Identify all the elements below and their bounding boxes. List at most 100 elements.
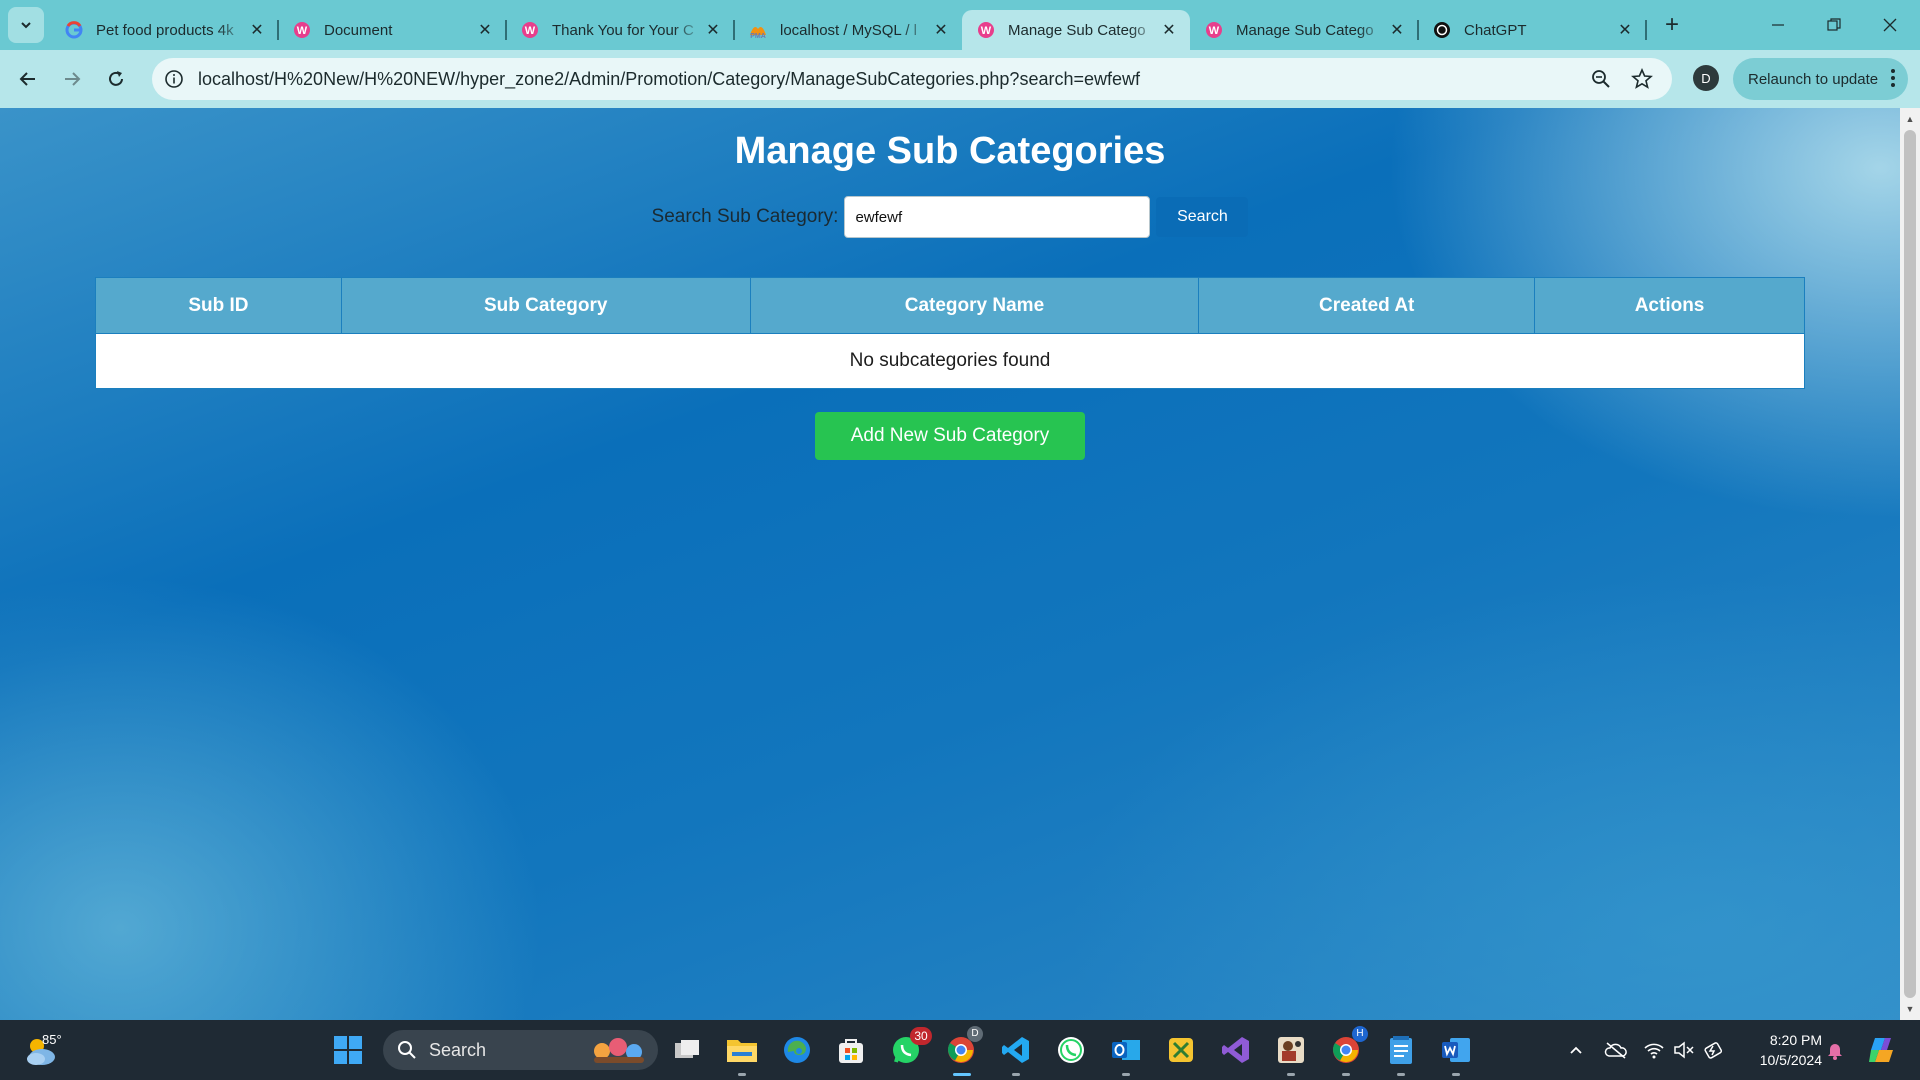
running-indicator xyxy=(1452,1073,1460,1076)
running-indicator xyxy=(1287,1073,1295,1076)
taskbar-file-explorer[interactable] xyxy=(722,1030,762,1076)
clock-date: 10/5/2024 xyxy=(1759,1052,1822,1068)
taskbar-visual-studio[interactable] xyxy=(1216,1030,1256,1070)
microsoft-store-icon xyxy=(839,1039,863,1063)
browser-tab[interactable]: W Thank You for Your C ✕ xyxy=(506,10,735,50)
photo-app-icon xyxy=(1278,1037,1304,1063)
search-button[interactable]: Search xyxy=(1156,197,1249,237)
taskbar-edge[interactable] xyxy=(777,1030,817,1070)
snipping-tool-icon xyxy=(1169,1038,1193,1062)
running-indicator xyxy=(1012,1073,1020,1076)
close-icon[interactable]: ✕ xyxy=(704,21,722,39)
url-text[interactable]: localhost/H%20New/H%20NEW/hyper_zone2/Ad… xyxy=(198,69,1140,90)
svg-text:W: W xyxy=(297,25,308,37)
copilot-icon[interactable] xyxy=(1866,1034,1898,1066)
arrow-right-icon xyxy=(65,72,81,86)
site-info-icon[interactable] xyxy=(154,69,194,89)
arrow-left-icon xyxy=(19,72,35,86)
table-row: No subcategories found xyxy=(95,333,1805,389)
browser-tab[interactable]: PMA localhost / MySQL / l ✕ xyxy=(734,10,962,50)
browser-tab[interactable]: W Manage Sub Catego ✕ xyxy=(1190,10,1419,50)
wifi-icon[interactable] xyxy=(1642,1038,1666,1062)
scroll-up-icon[interactable]: ▲ xyxy=(1905,114,1915,124)
task-view-button[interactable] xyxy=(667,1030,707,1070)
close-icon[interactable]: ✕ xyxy=(476,21,494,39)
taskbar-photo-app[interactable] xyxy=(1271,1030,1311,1076)
search-input[interactable] xyxy=(844,196,1151,238)
add-sub-category-button[interactable]: Add New Sub Category xyxy=(815,412,1085,460)
onedrive-offline-icon[interactable] xyxy=(1604,1038,1628,1062)
windows-icon xyxy=(334,1036,362,1064)
forward-button[interactable] xyxy=(52,59,92,99)
whatsapp-icon xyxy=(1058,1037,1084,1063)
taskbar-whatsapp-2[interactable] xyxy=(1051,1030,1091,1070)
table-header-row: Sub ID Sub Category Category Name Create… xyxy=(95,277,1805,334)
reload-button[interactable] xyxy=(96,59,136,99)
column-header-category-name: Category Name xyxy=(749,277,1200,334)
chrome-profile-badge: H xyxy=(1352,1026,1368,1042)
tab-title: Pet food products 4k xyxy=(96,21,234,39)
restore-icon xyxy=(1827,18,1841,31)
tab-title: Manage Sub Catego xyxy=(1008,21,1146,39)
search-highlight-icon xyxy=(594,1038,644,1063)
bookmark-star-icon[interactable] xyxy=(1630,67,1654,91)
taskbar-notepad[interactable] xyxy=(1381,1030,1421,1076)
taskbar-search[interactable]: Search xyxy=(383,1030,658,1070)
relaunch-button[interactable]: Relaunch to update xyxy=(1733,58,1908,100)
wamp-icon: W xyxy=(520,20,540,40)
phpmyadmin-icon: PMA xyxy=(748,20,768,40)
close-icon[interactable]: ✕ xyxy=(1616,21,1634,39)
address-bar[interactable]: localhost/H%20New/H%20NEW/hyper_zone2/Ad… xyxy=(152,58,1672,100)
page-title: Manage Sub Categories xyxy=(734,130,1166,172)
close-icon[interactable]: ✕ xyxy=(248,21,266,39)
close-icon[interactable]: ✕ xyxy=(932,21,950,39)
notification-bell-icon[interactable] xyxy=(1823,1038,1847,1062)
tab-title: Thank You for Your C xyxy=(552,21,694,39)
system-clock[interactable]: 8:20 PM 10/5/2024 xyxy=(1740,1030,1822,1070)
chevron-up-icon[interactable] xyxy=(1564,1038,1588,1062)
close-icon[interactable]: ✕ xyxy=(1388,21,1406,39)
more-vertical-icon[interactable] xyxy=(1890,68,1896,92)
taskbar-chrome-2[interactable]: H xyxy=(1326,1026,1368,1076)
taskbar-store[interactable] xyxy=(831,1030,871,1070)
running-indicator xyxy=(1342,1073,1350,1076)
browser-tab[interactable]: Pet food products 4k ✕ xyxy=(50,10,279,50)
scrollbar-thumb[interactable] xyxy=(1904,130,1916,998)
svg-text:W: W xyxy=(1209,25,1220,37)
taskbar-whatsapp[interactable]: 30 xyxy=(886,1027,932,1070)
column-header-sub-id: Sub ID xyxy=(95,277,342,334)
search-label: Search Sub Category: xyxy=(651,206,839,227)
vertical-scrollbar[interactable]: ▲ ▼ xyxy=(1900,108,1920,1020)
taskbar-snipping-tool[interactable] xyxy=(1161,1030,1201,1070)
speaker-muted-icon[interactable] xyxy=(1672,1038,1696,1062)
taskbar-chrome-active[interactable]: D xyxy=(941,1026,983,1076)
back-button[interactable] xyxy=(8,59,48,99)
tab-search-button[interactable] xyxy=(8,7,44,43)
scroll-down-icon[interactable]: ▼ xyxy=(1905,1004,1915,1014)
close-icon xyxy=(1883,18,1897,32)
taskbar-search-label: Search xyxy=(429,1039,487,1060)
taskbar-vscode[interactable] xyxy=(996,1030,1036,1076)
taskbar-outlook[interactable] xyxy=(1106,1030,1146,1076)
browser-tab[interactable]: ChatGPT ✕ xyxy=(1418,10,1647,50)
wamp-icon: W xyxy=(292,20,312,40)
notepad-icon xyxy=(1390,1036,1412,1064)
battery-charging-icon[interactable] xyxy=(1702,1038,1726,1062)
browser-tab[interactable]: W Document ✕ xyxy=(278,10,507,50)
new-tab-button[interactable]: + xyxy=(1656,9,1688,41)
restore-button[interactable] xyxy=(1806,0,1862,50)
close-window-button[interactable] xyxy=(1862,0,1918,50)
search-form: Search Sub Category: Search xyxy=(0,196,1900,238)
taskbar-word[interactable] xyxy=(1436,1030,1476,1076)
start-button[interactable] xyxy=(328,1030,368,1070)
minimize-button[interactable] xyxy=(1750,0,1806,50)
weather-widget[interactable]: 85° xyxy=(24,1032,84,1068)
running-indicator xyxy=(1397,1073,1405,1076)
profile-avatar[interactable]: D xyxy=(1693,65,1719,91)
browser-tab-active[interactable]: W Manage Sub Catego ✕ xyxy=(962,10,1190,50)
subcategories-table: Sub ID Sub Category Category Name Create… xyxy=(95,277,1805,389)
browser-toolbar: localhost/H%20New/H%20NEW/hyper_zone2/Ad… xyxy=(0,50,1920,108)
running-indicator xyxy=(1122,1073,1130,1076)
zoom-icon[interactable] xyxy=(1589,67,1613,91)
close-icon[interactable]: ✕ xyxy=(1160,21,1178,39)
